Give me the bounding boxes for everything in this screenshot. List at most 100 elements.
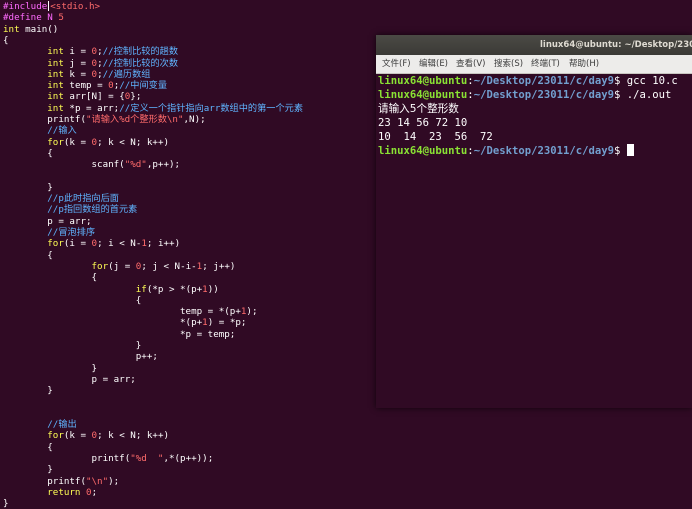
code-token-kw: for xyxy=(47,238,64,250)
code-token-text: printf( xyxy=(3,114,86,125)
code-line: #define N 5 xyxy=(3,12,64,23)
code-token-text: p = arr; xyxy=(3,215,92,227)
code-line: } xyxy=(3,362,98,374)
code-token-text: ; k < N; k++) xyxy=(97,430,170,442)
code-line: //p此时指向后面 xyxy=(3,193,119,204)
code-token-text: ,*(p++)); xyxy=(163,453,214,464)
code-token-text: *(p+ xyxy=(3,317,203,329)
code-token-text: } xyxy=(3,340,142,351)
code-line: int *p = arr;//定义一个指针指向arr数组中的第一个元素 xyxy=(3,103,303,114)
code-token-com: //遍历数组 xyxy=(102,68,151,80)
code-token-text: )) xyxy=(207,283,219,295)
menu-file[interactable]: 文件(F) xyxy=(380,55,413,73)
code-token-text: ; xyxy=(91,486,98,498)
code-line: } xyxy=(3,182,53,193)
code-line: if(*p > *(p+1)) xyxy=(3,284,219,295)
code-token-text: { xyxy=(3,441,53,453)
prompt-end: $ xyxy=(614,145,627,157)
code-line: int k = 0;//遍历数组 xyxy=(3,69,150,80)
prompt-user: linux64@ubuntu xyxy=(378,89,468,101)
code-token-com: //定义一个指针指向arr数组中的第一个元素 xyxy=(119,102,304,114)
code-line: //输入 xyxy=(3,125,77,137)
code-token-kw: int xyxy=(47,102,64,114)
code-token-kw: int xyxy=(47,80,64,92)
terminal-menubar: 文件(F) 编辑(E) 查看(V) 搜索(S) 终端(T) 帮助(H) xyxy=(376,55,692,74)
code-token-text: *p = temp; xyxy=(3,328,236,340)
code-token-text: scanf( xyxy=(3,159,125,171)
code-token-text: ); xyxy=(108,475,120,487)
code-token-kw: for xyxy=(91,260,109,272)
code-token-text: ); xyxy=(246,306,258,318)
code-token-kw: int xyxy=(47,68,64,80)
terminal-output[interactable]: linux64@ubuntu:~/Desktop/23011/c/day9$ g… xyxy=(376,74,692,408)
menu-search[interactable]: 搜索(S) xyxy=(492,55,525,73)
prompt-path: ~/Desktop/23011/c/day9 xyxy=(473,89,615,101)
code-token-text: ,N); xyxy=(183,114,206,125)
menu-terminal[interactable]: 终端(T) xyxy=(529,55,562,73)
code-token-kw: for xyxy=(47,430,64,442)
code-token-text: p = arr; xyxy=(3,373,136,385)
prompt-end: $ xyxy=(614,89,627,101)
prompt-user: linux64@ubuntu xyxy=(378,145,468,157)
code-token-kw: int xyxy=(47,57,64,69)
code-line: //冒泡排序 xyxy=(3,227,95,238)
code-line: for(i = 0; i < N-1; i++) xyxy=(3,238,180,249)
code-line: p = arr; xyxy=(3,374,136,385)
code-token-kw: if xyxy=(135,283,147,295)
code-token-text: } xyxy=(3,464,53,476)
menu-edit[interactable]: 编辑(E) xyxy=(417,55,450,73)
code-token-prep: #define N xyxy=(3,12,59,24)
code-token-str: <stdio.h> xyxy=(50,1,101,12)
code-token-com: //冒泡排序 xyxy=(47,227,96,238)
code-token-text: temp = *(p+ xyxy=(3,306,241,318)
code-token-text: { xyxy=(3,249,53,261)
code-line: p++; xyxy=(3,351,158,362)
code-line: p = arr; xyxy=(3,215,92,227)
prompt-path: ~/Desktop/23011/c/day9 xyxy=(473,75,615,87)
code-token-text: ; i++) xyxy=(146,238,181,250)
code-line: } xyxy=(3,498,9,509)
code-token-text: } xyxy=(3,362,98,374)
command-text: ./a.out xyxy=(626,89,672,101)
code-token-text: i = xyxy=(63,46,92,58)
code-token-text: ) = *p; xyxy=(207,317,247,329)
terminal-window[interactable]: linux64@ubuntu: ~/Desktop/23011/c/day9 文… xyxy=(376,35,692,408)
terminal-titlebar[interactable]: linux64@ubuntu: ~/Desktop/23011/c/day9 xyxy=(376,35,692,55)
code-token-text: } xyxy=(3,181,53,193)
code-line: //输出 xyxy=(3,419,76,430)
code-token-text: ; k < N; k++) xyxy=(97,136,170,148)
code-line: scanf("%d",p++); xyxy=(3,159,181,171)
code-token-text: temp = xyxy=(63,80,109,92)
code-token-text: p++; xyxy=(3,351,158,363)
code-token-text: printf( xyxy=(3,475,86,487)
code-line: { xyxy=(3,295,142,306)
code-line: for(j = 0; j < N-i-1; j++) xyxy=(3,260,236,272)
code-token-text: ; i < N- xyxy=(97,238,142,250)
menu-help[interactable]: 帮助(H) xyxy=(567,55,601,73)
terminal-title: linux64@ubuntu: ~/Desktop/23011/c/day9 xyxy=(540,40,692,50)
code-token-text: arr[N] = { xyxy=(63,91,125,103)
terminal-line-command1: linux64@ubuntu:~/Desktop/23011/c/day9$ g… xyxy=(378,74,678,88)
terminal-cursor xyxy=(626,144,634,156)
code-token-com: //p此时指向后面 xyxy=(47,193,119,205)
terminal-line-command2: linux64@ubuntu:~/Desktop/23011/c/day9$ .… xyxy=(378,88,671,102)
terminal-output-line: 23 14 56 72 10 xyxy=(378,117,468,129)
terminal-output-line: 请输入5个整形数 xyxy=(378,103,459,115)
code-token-com: //输入 xyxy=(47,125,77,137)
code-token-text: ; j++) xyxy=(202,260,236,272)
code-token-kw: return xyxy=(47,486,81,498)
menu-view[interactable]: 查看(V) xyxy=(454,55,487,73)
code-line: int j = 0;//控制比较的次数 xyxy=(3,58,178,69)
